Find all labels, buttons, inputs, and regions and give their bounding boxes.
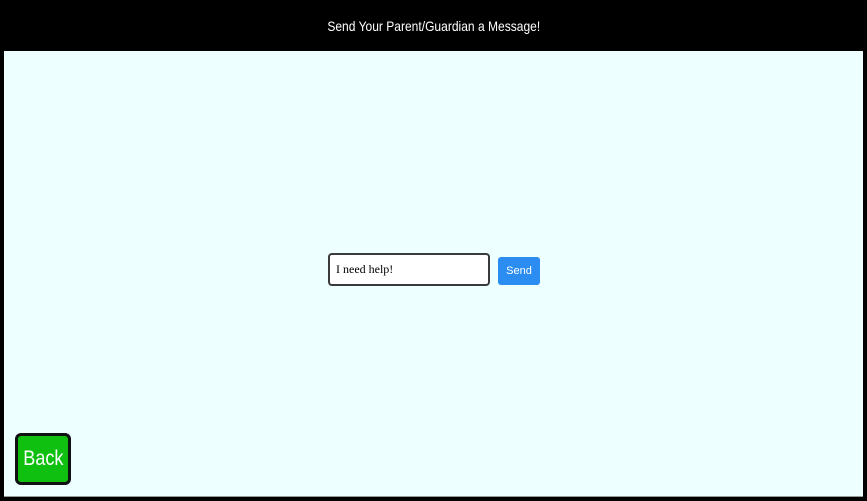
main-content: Send Back [4, 51, 863, 497]
message-input[interactable] [328, 253, 490, 286]
back-button-label: Back [22, 447, 64, 470]
header-bar: Send Your Parent/Guardian a Message! [0, 0, 867, 51]
page-title: Send Your Parent/Guardian a Message! [327, 17, 540, 34]
app-window: Send Your Parent/Guardian a Message! Sen… [0, 0, 867, 501]
back-button[interactable]: Back [15, 433, 71, 485]
send-button[interactable]: Send [498, 257, 540, 285]
